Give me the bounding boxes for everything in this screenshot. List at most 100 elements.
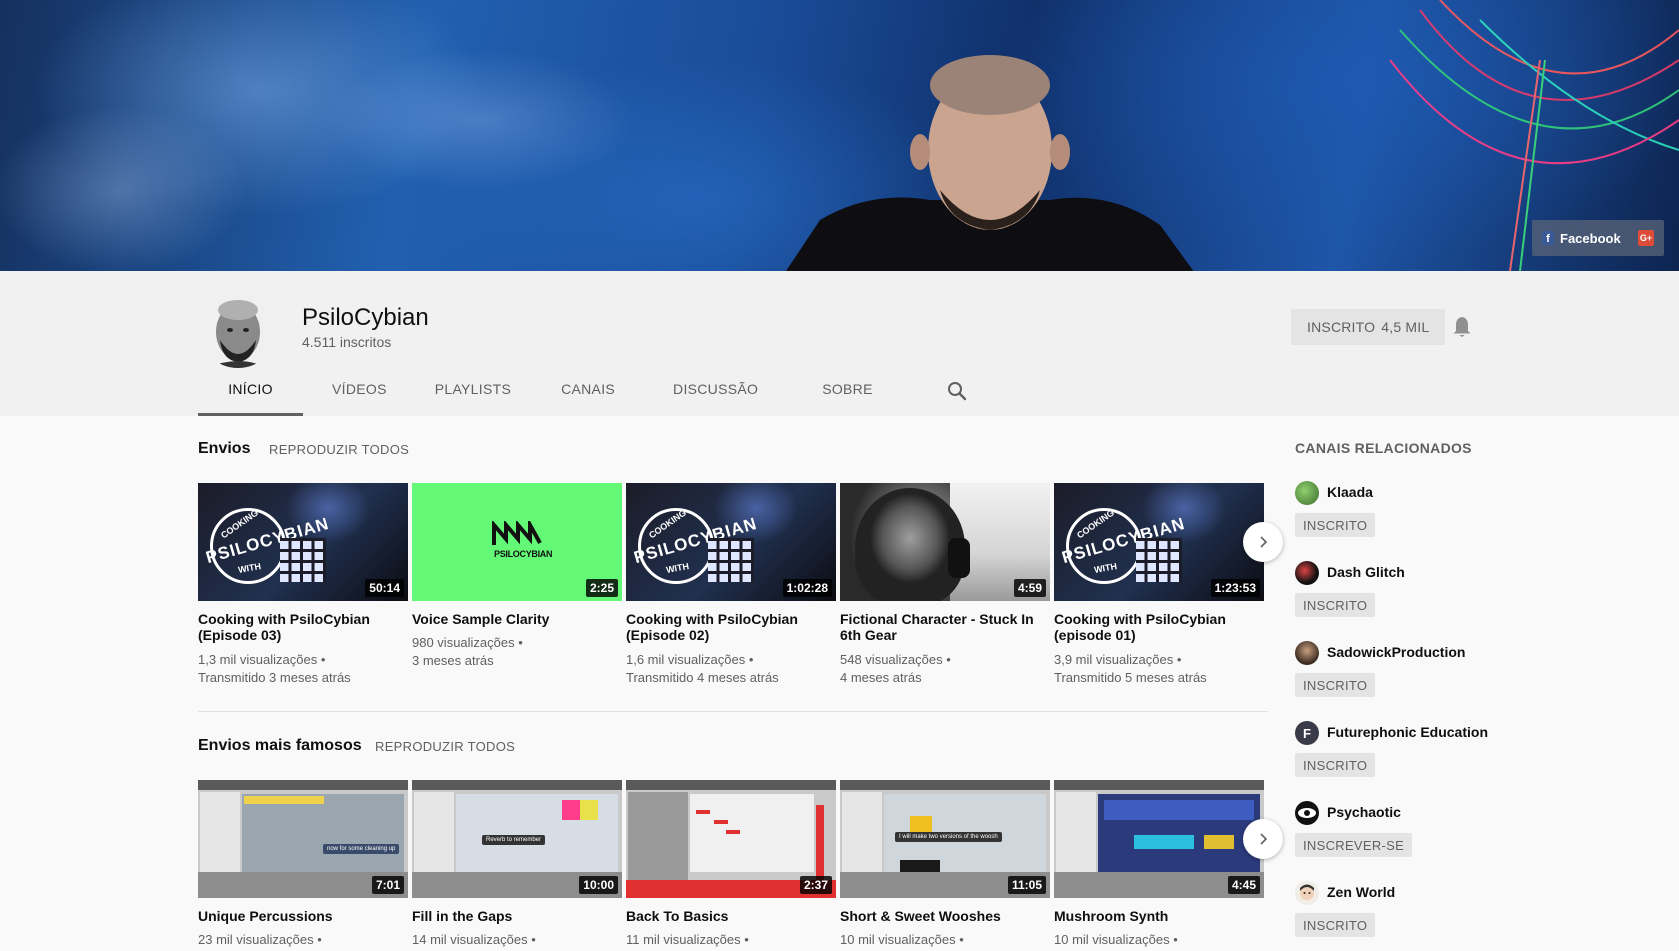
video-age: 3 meses atrás <box>412 653 494 668</box>
daw-toolbar <box>626 780 836 790</box>
shelf-next-button[interactable] <box>1243 819 1283 859</box>
shelf-title-popular: Envios mais famosos <box>198 737 362 754</box>
notification-bell-icon[interactable] <box>1452 316 1472 338</box>
video-age: 4 meses atrás <box>840 670 922 685</box>
related-channel-item: Klaada INSCRITO <box>1295 481 1515 551</box>
related-channel-name[interactable]: Klaada <box>1327 484 1373 500</box>
daw-toolbar <box>1054 780 1264 790</box>
daw-clip <box>562 800 580 820</box>
video-caption: now for some cleaning up <box>323 844 400 854</box>
video-duration: 1:23:53 <box>1210 579 1260 597</box>
daw-clip <box>244 796 324 804</box>
related-channel-name[interactable]: Psychaotic <box>1327 804 1401 820</box>
subscribe-button[interactable]: INSCREVER-SE <box>1295 833 1413 857</box>
video-views: 548 visualizações • <box>840 652 951 667</box>
subscribed-button[interactable]: INSCRITO <box>1295 913 1376 937</box>
facebook-icon: f <box>1542 231 1554 245</box>
video-title-link[interactable]: Fictional Character - Stuck In 6th Gear <box>840 611 1040 643</box>
video-views: 10 mil visualizações • <box>840 932 964 947</box>
video-title-link[interactable]: Cooking with PsiloCybian (Episode 03) <box>198 611 398 643</box>
video-duration: 11:05 <box>1007 876 1046 894</box>
video-thumbnail[interactable]: PSILOCYBIAN 2:25 <box>412 483 622 601</box>
video-title-link[interactable]: Cooking with PsiloCybian (episode 01) <box>1054 611 1254 643</box>
channel-avatar[interactable] <box>1295 641 1319 665</box>
channel-avatar[interactable] <box>1295 561 1319 585</box>
video-title-link[interactable]: Mushroom Synth <box>1054 908 1254 924</box>
play-all-popular-button[interactable]: REPRODUZIR TODOS <box>375 739 515 754</box>
daw-browser <box>628 792 688 882</box>
video-views: 14 mil visualizações • <box>412 932 536 947</box>
video-thumbnail[interactable]: COOKING PSILOCYBIAN WITH 50:14 <box>198 483 408 601</box>
video-views: 1,6 mil visualizações • <box>626 652 754 667</box>
subscribed-button[interactable]: INSCRITO <box>1295 593 1376 617</box>
video-title-link[interactable]: Voice Sample Clarity <box>412 611 612 627</box>
facebook-link[interactable]: f Facebook <box>1542 231 1621 246</box>
related-channel-name[interactable]: Futurephonic Education <box>1327 724 1488 740</box>
video-views: 980 visualizações • <box>412 635 523 650</box>
video-duration: 2:37 <box>799 876 832 894</box>
daw-browser <box>200 792 240 882</box>
related-channel-name[interactable]: SadowickProduction <box>1327 644 1465 660</box>
video-thumbnail[interactable]: 4:59 <box>840 483 1050 601</box>
daw-clip <box>580 800 598 820</box>
video-thumbnail[interactable]: COOKING PSILOCYBIAN WITH 1:23:53 <box>1054 483 1264 601</box>
channel-avatar[interactable] <box>1295 881 1319 905</box>
video-duration: 50:14 <box>365 579 404 597</box>
video-views: 1,3 mil visualizações • <box>198 652 326 667</box>
daw-toolbar <box>840 780 1050 790</box>
tab-videos[interactable]: VÍDEOS <box>332 362 387 416</box>
related-channel-name[interactable]: Dash Glitch <box>1327 564 1405 580</box>
psilocybian-logo-icon <box>492 521 542 545</box>
video-title-link[interactable]: Unique Percussions <box>198 908 398 924</box>
video-title-link[interactable]: Back To Basics <box>626 908 826 924</box>
related-channel-name[interactable]: Zen World <box>1327 884 1395 900</box>
video-duration: 4:59 <box>1013 579 1046 597</box>
video-duration: 7:01 <box>371 876 404 894</box>
headphones-graphic <box>948 538 970 578</box>
channel-avatar[interactable] <box>1295 481 1319 505</box>
video-thumbnail[interactable]: now for some cleaning up 7:01 <box>198 780 408 898</box>
video-title-link[interactable]: Cooking with PsiloCybian (Episode 02) <box>626 611 826 643</box>
subscribed-button[interactable]: INSCRITO <box>1295 753 1376 777</box>
psychaotic-logo-icon[interactable] <box>1295 801 1319 825</box>
tab-canais[interactable]: CANAIS <box>561 362 615 416</box>
related-channel-item: F Futurephonic Education INSCRITO <box>1295 721 1515 791</box>
video-title-link[interactable]: Fill in the Gaps <box>412 908 612 924</box>
related-channel-item: Psychaotic INSCREVER-SE <box>1295 801 1515 871</box>
daw-toolbar <box>412 780 622 790</box>
channel-name: PsiloCybian <box>302 304 429 331</box>
search-icon[interactable] <box>947 381 967 401</box>
subscribed-button[interactable]: INSCRITO 4,5 MIL <box>1291 309 1446 345</box>
subscribed-button[interactable]: INSCRITO <box>1295 513 1376 537</box>
video-thumbnail[interactable]: Reverb to remember 10:00 <box>412 780 622 898</box>
tab-discussao[interactable]: DISCUSSÃO <box>673 362 758 416</box>
shelf-divider <box>198 711 1268 712</box>
video-thumbnail[interactable]: 4:45 <box>1054 780 1264 898</box>
midi-note <box>726 830 740 834</box>
video-thumbnail[interactable]: I will make two versions of the woosh 11… <box>840 780 1050 898</box>
tab-playlists[interactable]: PLAYLISTS <box>435 362 511 416</box>
tab-sobre[interactable]: SOBRE <box>822 362 873 416</box>
subscribed-label: INSCRITO <box>1307 319 1376 335</box>
cartoon-face-icon <box>1300 884 1314 900</box>
tab-inicio[interactable]: INÍCIO <box>198 362 303 416</box>
video-thumbnail[interactable]: COOKING PSILOCYBIAN WITH 1:02:28 <box>626 483 836 601</box>
related-channel-item: SadowickProduction INSCRITO <box>1295 641 1515 711</box>
play-all-uploads-button[interactable]: REPRODUZIR TODOS <box>269 442 409 457</box>
thumbnail-logo-text: PSILOCYBIAN <box>494 549 553 559</box>
midi-note <box>714 820 728 824</box>
video-title-link[interactable]: Short & Sweet Wooshes <box>840 908 1040 924</box>
synth-panel <box>1104 800 1254 820</box>
shelf-next-button[interactable] <box>1243 522 1283 562</box>
channel-avatar[interactable] <box>198 288 278 368</box>
futurephonic-logo-icon[interactable]: F <box>1295 721 1319 745</box>
video-duration: 10:00 <box>579 876 618 894</box>
video-age: Transmitido 5 meses atrás <box>1054 670 1207 685</box>
subscriber-count: 4.511 inscritos <box>302 334 392 350</box>
video-thumbnail[interactable]: 2:37 <box>626 780 836 898</box>
subscribed-button[interactable]: INSCRITO <box>1295 673 1376 697</box>
related-channel-item: Zen World INSCRITO <box>1295 881 1515 951</box>
launchpad-graphic <box>280 538 326 582</box>
google-plus-icon[interactable]: G+ <box>1638 230 1654 246</box>
synth-display <box>1204 835 1234 849</box>
